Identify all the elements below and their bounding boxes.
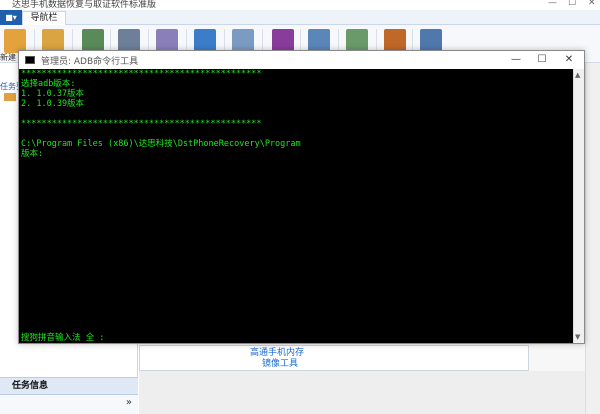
new-label: 新建 xyxy=(0,53,16,62)
console-icon xyxy=(25,56,35,64)
qualcomm-image-tool-link[interactable]: 高通手机内存 镜像工具 xyxy=(250,348,304,370)
console-title: 管理员: ADB命令行工具 xyxy=(41,57,139,67)
console-close-button[interactable]: ✕ xyxy=(556,51,582,69)
chevron-right-icon[interactable]: » xyxy=(126,397,132,408)
app-menu-button[interactable]: ■▾ xyxy=(0,10,22,25)
maximize-icon[interactable]: ☐ xyxy=(568,0,576,8)
tools-panel xyxy=(139,345,529,371)
console-text: ****************************************… xyxy=(21,69,571,159)
folder-icon[interactable] xyxy=(4,93,16,101)
adb-console-window[interactable]: 管理员: ADB命令行工具 — ☐ ✕ ********************… xyxy=(18,50,585,344)
console-line: 选择adb版本: xyxy=(21,79,76,89)
console-line: ****************************************… xyxy=(21,69,262,79)
tool-link-line-2: 镜像工具 xyxy=(262,359,299,369)
tab-navigation[interactable]: 导航栏 xyxy=(22,11,66,25)
close-icon[interactable]: ✕ xyxy=(588,0,596,8)
scroll-down-icon[interactable]: ▼ xyxy=(575,333,580,341)
console-maximize-button[interactable]: ☐ xyxy=(529,51,555,69)
console-minimize-button[interactable]: — xyxy=(503,51,529,69)
console-line: ****************************************… xyxy=(21,119,262,129)
app-title: 达思手机数据恢复与取证软件标准版 xyxy=(12,0,157,10)
task-info-header[interactable]: 任务信息 xyxy=(0,377,138,395)
minimize-icon[interactable]: — xyxy=(548,0,557,8)
console-scrollbar[interactable]: ▲ ▼ xyxy=(573,69,584,343)
ime-status-line: 搜狗拼音输入法 全 : xyxy=(21,333,105,343)
main-lower-area xyxy=(139,371,585,414)
scroll-up-icon[interactable]: ▲ xyxy=(575,71,580,79)
app-titlebar: 达思手机数据恢复与取证软件标准版 — ☐ ✕ xyxy=(0,0,600,10)
task-info-bar: » xyxy=(0,395,138,414)
console-line: 版本: xyxy=(21,149,44,159)
tool-link-line-1: 高通手机内存 xyxy=(250,348,305,358)
console-line: 2. 1.0.39版本 xyxy=(21,99,85,109)
console-output[interactable]: ****************************************… xyxy=(19,69,573,343)
console-line: C:\Program Files (x86)\达思科技\DstPhoneReco… xyxy=(21,139,301,149)
menu-row: ■▾ 导航栏 xyxy=(0,10,600,25)
console-titlebar[interactable]: 管理员: ADB命令行工具 — ☐ ✕ xyxy=(19,51,584,69)
main-scrollbar[interactable] xyxy=(585,63,600,414)
console-line: 1. 1.0.37版本 xyxy=(21,89,85,99)
